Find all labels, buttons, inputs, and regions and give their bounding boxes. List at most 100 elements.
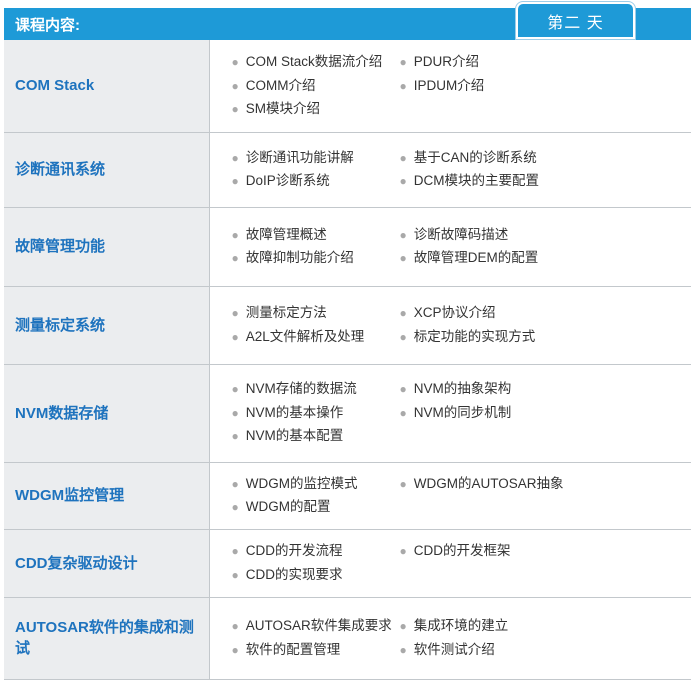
list-item: ● 软件测试介绍 xyxy=(399,641,495,657)
bullet-icon: ● xyxy=(231,329,239,344)
list-item: ● NVM的基本配置 xyxy=(231,428,344,444)
bullet-icon: ● xyxy=(231,500,239,514)
bullet-icon: ● xyxy=(231,544,239,558)
list-item: ● 故障管理概述 xyxy=(231,226,327,242)
list-item: ● 软件的配置管理 xyxy=(231,641,341,657)
day-tab[interactable]: 第二 天 xyxy=(516,2,635,39)
table-row: 诊断通讯系统 ● 诊断通讯功能讲解 ● 基于CAN的诊断系统 ● DoIP诊断系统 ●… xyxy=(4,132,692,208)
bullet-icon: ● xyxy=(399,619,407,633)
table-row: WDGM监控管理 ● WDGM的监控模式 ● WDGM的AUTOSAR抽象 ● WDG… xyxy=(4,462,692,530)
table-row: NVM数据存储 ● NVM存储的数据流 ● NVM的抽象架构 ● NVM的基本操作 ●… xyxy=(4,364,692,463)
category-cell: COM Stack xyxy=(4,40,210,133)
topics-cell: ● AUTOSAR软件集成要求 ● 集成环境的建立 ● 软件的配置管理 ● 软件测试介绍 xyxy=(209,597,692,680)
bullet-icon: ● xyxy=(231,619,239,633)
bullet-icon: ● xyxy=(231,102,239,116)
list-item: ● A2L文件解析及处理 xyxy=(231,328,365,344)
bullet-icon: ● xyxy=(231,251,239,265)
bullet-icon: ● xyxy=(231,78,239,93)
list-item: ● WDGM的监控模式 xyxy=(231,475,358,491)
list-item: ● COM Stack数据流介绍 xyxy=(231,54,383,69)
table-row: 测量标定系统 ● 测量标定方法 ● XCP协议介绍 ● A2L文件解析及处理 ● 标定功… xyxy=(4,286,692,365)
list-item: ● NVM的抽象架构 xyxy=(399,381,512,397)
bullet-icon: ● xyxy=(399,476,407,491)
bullet-icon: ● xyxy=(399,306,407,320)
list-item: ● CDD的开发流程 xyxy=(231,543,343,558)
bullet-icon: ● xyxy=(399,78,407,93)
list-item: ● DoIP诊断系统 xyxy=(231,173,330,188)
list-item: ● 集成环境的建立 xyxy=(399,618,509,633)
list-item: ● 标定功能的实现方式 xyxy=(399,328,536,344)
table-row: COM Stack ● COM Stack数据流介绍 ● PDUR介绍 ● COMM介… xyxy=(4,40,692,133)
bullet-icon: ● xyxy=(399,382,407,397)
bullet-icon: ● xyxy=(399,150,407,165)
section-title: 课程内容: xyxy=(15,16,80,34)
list-item: ● 基于CAN的诊断系统 xyxy=(399,149,537,165)
list-item: ● CDD的开发框架 xyxy=(399,543,511,558)
topic-list: ● COM Stack数据流介绍 ● PDUR介绍 ● COMM介绍 ● IPDUM介绍… xyxy=(232,51,692,121)
bullet-icon: ● xyxy=(231,476,239,491)
list-item: ● DCM模块的主要配置 xyxy=(399,173,540,188)
topic-list: ● CDD的开发流程 ● CDD的开发框架 ● CDD的实现要求 xyxy=(232,540,692,586)
category-cell: AUTOSAR软件的集成和测试 xyxy=(4,597,210,680)
topics-cell: ● 故障管理概述 ● 诊断故障码描述 ● 故障抑制功能介绍 ● 故障管理DEM的配置 xyxy=(209,207,692,287)
table-row: CDD复杂驱动设计 ● CDD的开发流程 ● CDD的开发框架 ● CDD的实现要求 xyxy=(4,529,692,598)
bullet-icon: ● xyxy=(231,55,239,69)
topic-list: ● AUTOSAR软件集成要求 ● 集成环境的建立 ● 软件的配置管理 ● 软件测试介绍 xyxy=(232,615,692,661)
bullet-icon: ● xyxy=(231,567,239,582)
list-item: ● IPDUM介绍 xyxy=(399,77,485,93)
list-item: ● WDGM的AUTOSAR抽象 xyxy=(399,475,564,491)
list-item: ● COMM介绍 xyxy=(231,77,316,93)
list-item: ● 故障管理DEM的配置 xyxy=(399,250,539,265)
bullet-icon: ● xyxy=(231,227,239,242)
topic-list: ● 故障管理概述 ● 诊断故障码描述 ● 故障抑制功能介绍 ● 故障管理DEM的配置 xyxy=(232,224,692,270)
topic-list: ● 诊断通讯功能讲解 ● 基于CAN的诊断系统 ● DoIP诊断系统 ● DCM模块的主… xyxy=(232,147,692,193)
list-item: ● 诊断故障码描述 xyxy=(399,226,509,242)
topics-cell: ● 诊断通讯功能讲解 ● 基于CAN的诊断系统 ● DoIP诊断系统 ● DCM模块的主… xyxy=(209,132,692,208)
list-item: ● AUTOSAR软件集成要求 xyxy=(231,618,392,633)
bullet-icon: ● xyxy=(231,429,239,444)
bullet-icon: ● xyxy=(399,174,407,188)
topics-cell: ● WDGM的监控模式 ● WDGM的AUTOSAR抽象 ● WDGM的配置 xyxy=(209,462,692,530)
category-cell: NVM数据存储 xyxy=(4,364,210,463)
topic-list: ● NVM存储的数据流 ● NVM的抽象架构 ● NVM的基本操作 ● NVM的同步机制… xyxy=(232,378,692,448)
list-item: ● NVM的同步机制 xyxy=(399,404,512,420)
topic-list: ● 测量标定方法 ● XCP协议介绍 ● A2L文件解析及处理 ● 标定功能的实现方式 xyxy=(232,302,692,348)
category-cell: 故障管理功能 xyxy=(4,207,210,287)
table-row: AUTOSAR软件的集成和测试 ● AUTOSAR软件集成要求 ● 集成环境的建立 … xyxy=(4,597,692,680)
list-item: ● NVM的基本操作 xyxy=(231,404,344,420)
category-cell: CDD复杂驱动设计 xyxy=(4,529,210,598)
list-item: ● NVM存储的数据流 xyxy=(231,381,357,397)
section-header: 课程内容: 第二 天 xyxy=(4,2,691,40)
category-cell: WDGM监控管理 xyxy=(4,462,210,530)
table-row: 故障管理功能 ● 故障管理概述 ● 诊断故障码描述 ● 故障抑制功能介绍 ● 故障管理D… xyxy=(4,207,692,287)
topics-cell: ● NVM存储的数据流 ● NVM的抽象架构 ● NVM的基本操作 ● NVM的同步机制… xyxy=(209,364,692,463)
list-item: ● PDUR介绍 xyxy=(399,54,480,69)
category-cell: 诊断通讯系统 xyxy=(4,132,210,208)
topics-cell: ● CDD的开发流程 ● CDD的开发框架 ● CDD的实现要求 xyxy=(209,529,692,598)
category-cell: 测量标定系统 xyxy=(4,286,210,365)
list-item: ● SM模块介绍 xyxy=(231,101,321,116)
bullet-icon: ● xyxy=(231,174,239,188)
bullet-icon: ● xyxy=(231,150,239,165)
bullet-icon: ● xyxy=(399,329,407,344)
bullet-icon: ● xyxy=(231,642,239,657)
bullet-icon: ● xyxy=(399,227,407,242)
course-content-panel: 课程内容: 第二 天 COM Stack ● COM Stack数据流介绍 ● PD… xyxy=(4,2,691,680)
list-item: ● 诊断通讯功能讲解 xyxy=(231,149,354,165)
bullet-icon: ● xyxy=(399,544,407,558)
bullet-icon: ● xyxy=(231,405,239,420)
topics-cell: ● 测量标定方法 ● XCP协议介绍 ● A2L文件解析及处理 ● 标定功能的实现方式 xyxy=(209,286,692,365)
bullet-icon: ● xyxy=(399,251,407,265)
list-item: ● WDGM的配置 xyxy=(231,499,331,514)
topic-list: ● WDGM的监控模式 ● WDGM的AUTOSAR抽象 ● WDGM的配置 xyxy=(232,473,692,519)
list-item: ● XCP协议介绍 xyxy=(399,305,496,320)
course-table: COM Stack ● COM Stack数据流介绍 ● PDUR介绍 ● COMM介… xyxy=(4,40,691,680)
list-item: ● 测量标定方法 xyxy=(231,305,327,320)
bullet-icon: ● xyxy=(399,642,407,657)
bullet-icon: ● xyxy=(399,405,407,420)
bullet-icon: ● xyxy=(231,382,239,397)
bullet-icon: ● xyxy=(399,55,407,69)
bullet-icon: ● xyxy=(231,306,239,320)
topics-cell: ● COM Stack数据流介绍 ● PDUR介绍 ● COMM介绍 ● IPDUM介绍… xyxy=(209,40,692,133)
list-item: ● CDD的实现要求 xyxy=(231,566,343,582)
